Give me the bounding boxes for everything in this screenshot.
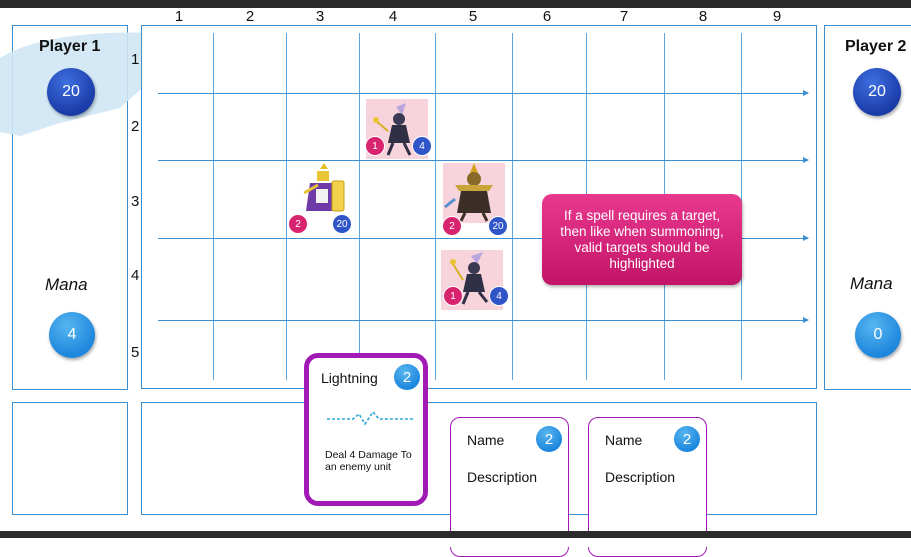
player1-deck-panel <box>12 402 128 515</box>
grid-line <box>213 33 214 380</box>
card-cost-badge: 2 <box>394 364 420 390</box>
column-label: 6 <box>542 8 552 25</box>
player2-mana-badge: 0 <box>855 312 901 358</box>
grid-line <box>359 33 360 380</box>
player1-mana-label: Mana <box>45 275 88 294</box>
card-description: Description <box>467 469 538 485</box>
column-label: 3 <box>315 8 325 25</box>
row-label: 1 <box>131 51 140 68</box>
note-text: If a spell requires a target, then like … <box>560 207 724 271</box>
lightning-icon <box>327 410 413 426</box>
unit-health-badge: 20 <box>332 214 352 234</box>
player2-name: Player 2 <box>845 38 907 55</box>
grid-line <box>512 33 513 380</box>
card-name: Lightning <box>321 370 378 386</box>
column-label: 9 <box>772 8 782 25</box>
card-name: Name <box>467 432 505 448</box>
card-description: Description <box>605 469 676 485</box>
window-top-bar <box>0 0 911 8</box>
row-label: 3 <box>131 193 140 210</box>
unit-tile[interactable]: 1 4 <box>441 250 509 310</box>
warlord-unit-icon <box>444 163 493 222</box>
window-bottom-bar <box>0 531 911 547</box>
card-cost-badge: 2 <box>674 426 700 452</box>
column-label: 8 <box>698 8 708 25</box>
player2-mana-label: Mana <box>850 274 893 293</box>
column-label: 7 <box>619 8 629 25</box>
column-label: 2 <box>245 8 255 25</box>
column-label: 4 <box>388 8 398 25</box>
card-description: Deal 4 Damage To an enemy unit <box>325 449 412 473</box>
selected-spell-card[interactable]: Lightning 2 Deal 4 Damage To an enemy un… <box>304 353 428 506</box>
grid-line <box>286 33 287 380</box>
spell-target-note: If a spell requires a target, then like … <box>542 194 742 285</box>
column-label: 1 <box>174 8 184 25</box>
player1-name: Player 1 <box>39 38 101 55</box>
grid-row-arrow <box>158 317 809 323</box>
unit-tile[interactable]: 2 20 <box>288 163 352 234</box>
unit-tile[interactable]: 2 20 <box>442 163 508 236</box>
player1-health-badge: 20 <box>47 68 95 116</box>
row-label: 5 <box>131 344 140 361</box>
unit-attack-badge: 2 <box>442 216 462 236</box>
row-label: 4 <box>131 267 140 284</box>
unit-attack-badge: 1 <box>443 286 463 306</box>
unit-health-badge: 20 <box>488 216 508 236</box>
unit-health-badge: 4 <box>412 136 432 156</box>
column-label: 5 <box>468 8 478 25</box>
card-cost-badge: 2 <box>536 426 562 452</box>
row-label: 2 <box>131 118 140 135</box>
grid-row-arrow <box>158 157 809 163</box>
player2-health-badge: 20 <box>853 68 901 116</box>
card-name: Name <box>605 432 643 448</box>
unit-health-badge: 4 <box>489 286 509 306</box>
unit-tile[interactable]: 1 4 <box>365 99 432 159</box>
grid-line <box>435 33 436 380</box>
unit-attack-badge: 1 <box>365 136 385 156</box>
unit-attack-badge: 2 <box>288 214 308 234</box>
grid-row-arrow <box>158 90 809 96</box>
player1-mana-badge: 4 <box>49 312 95 358</box>
